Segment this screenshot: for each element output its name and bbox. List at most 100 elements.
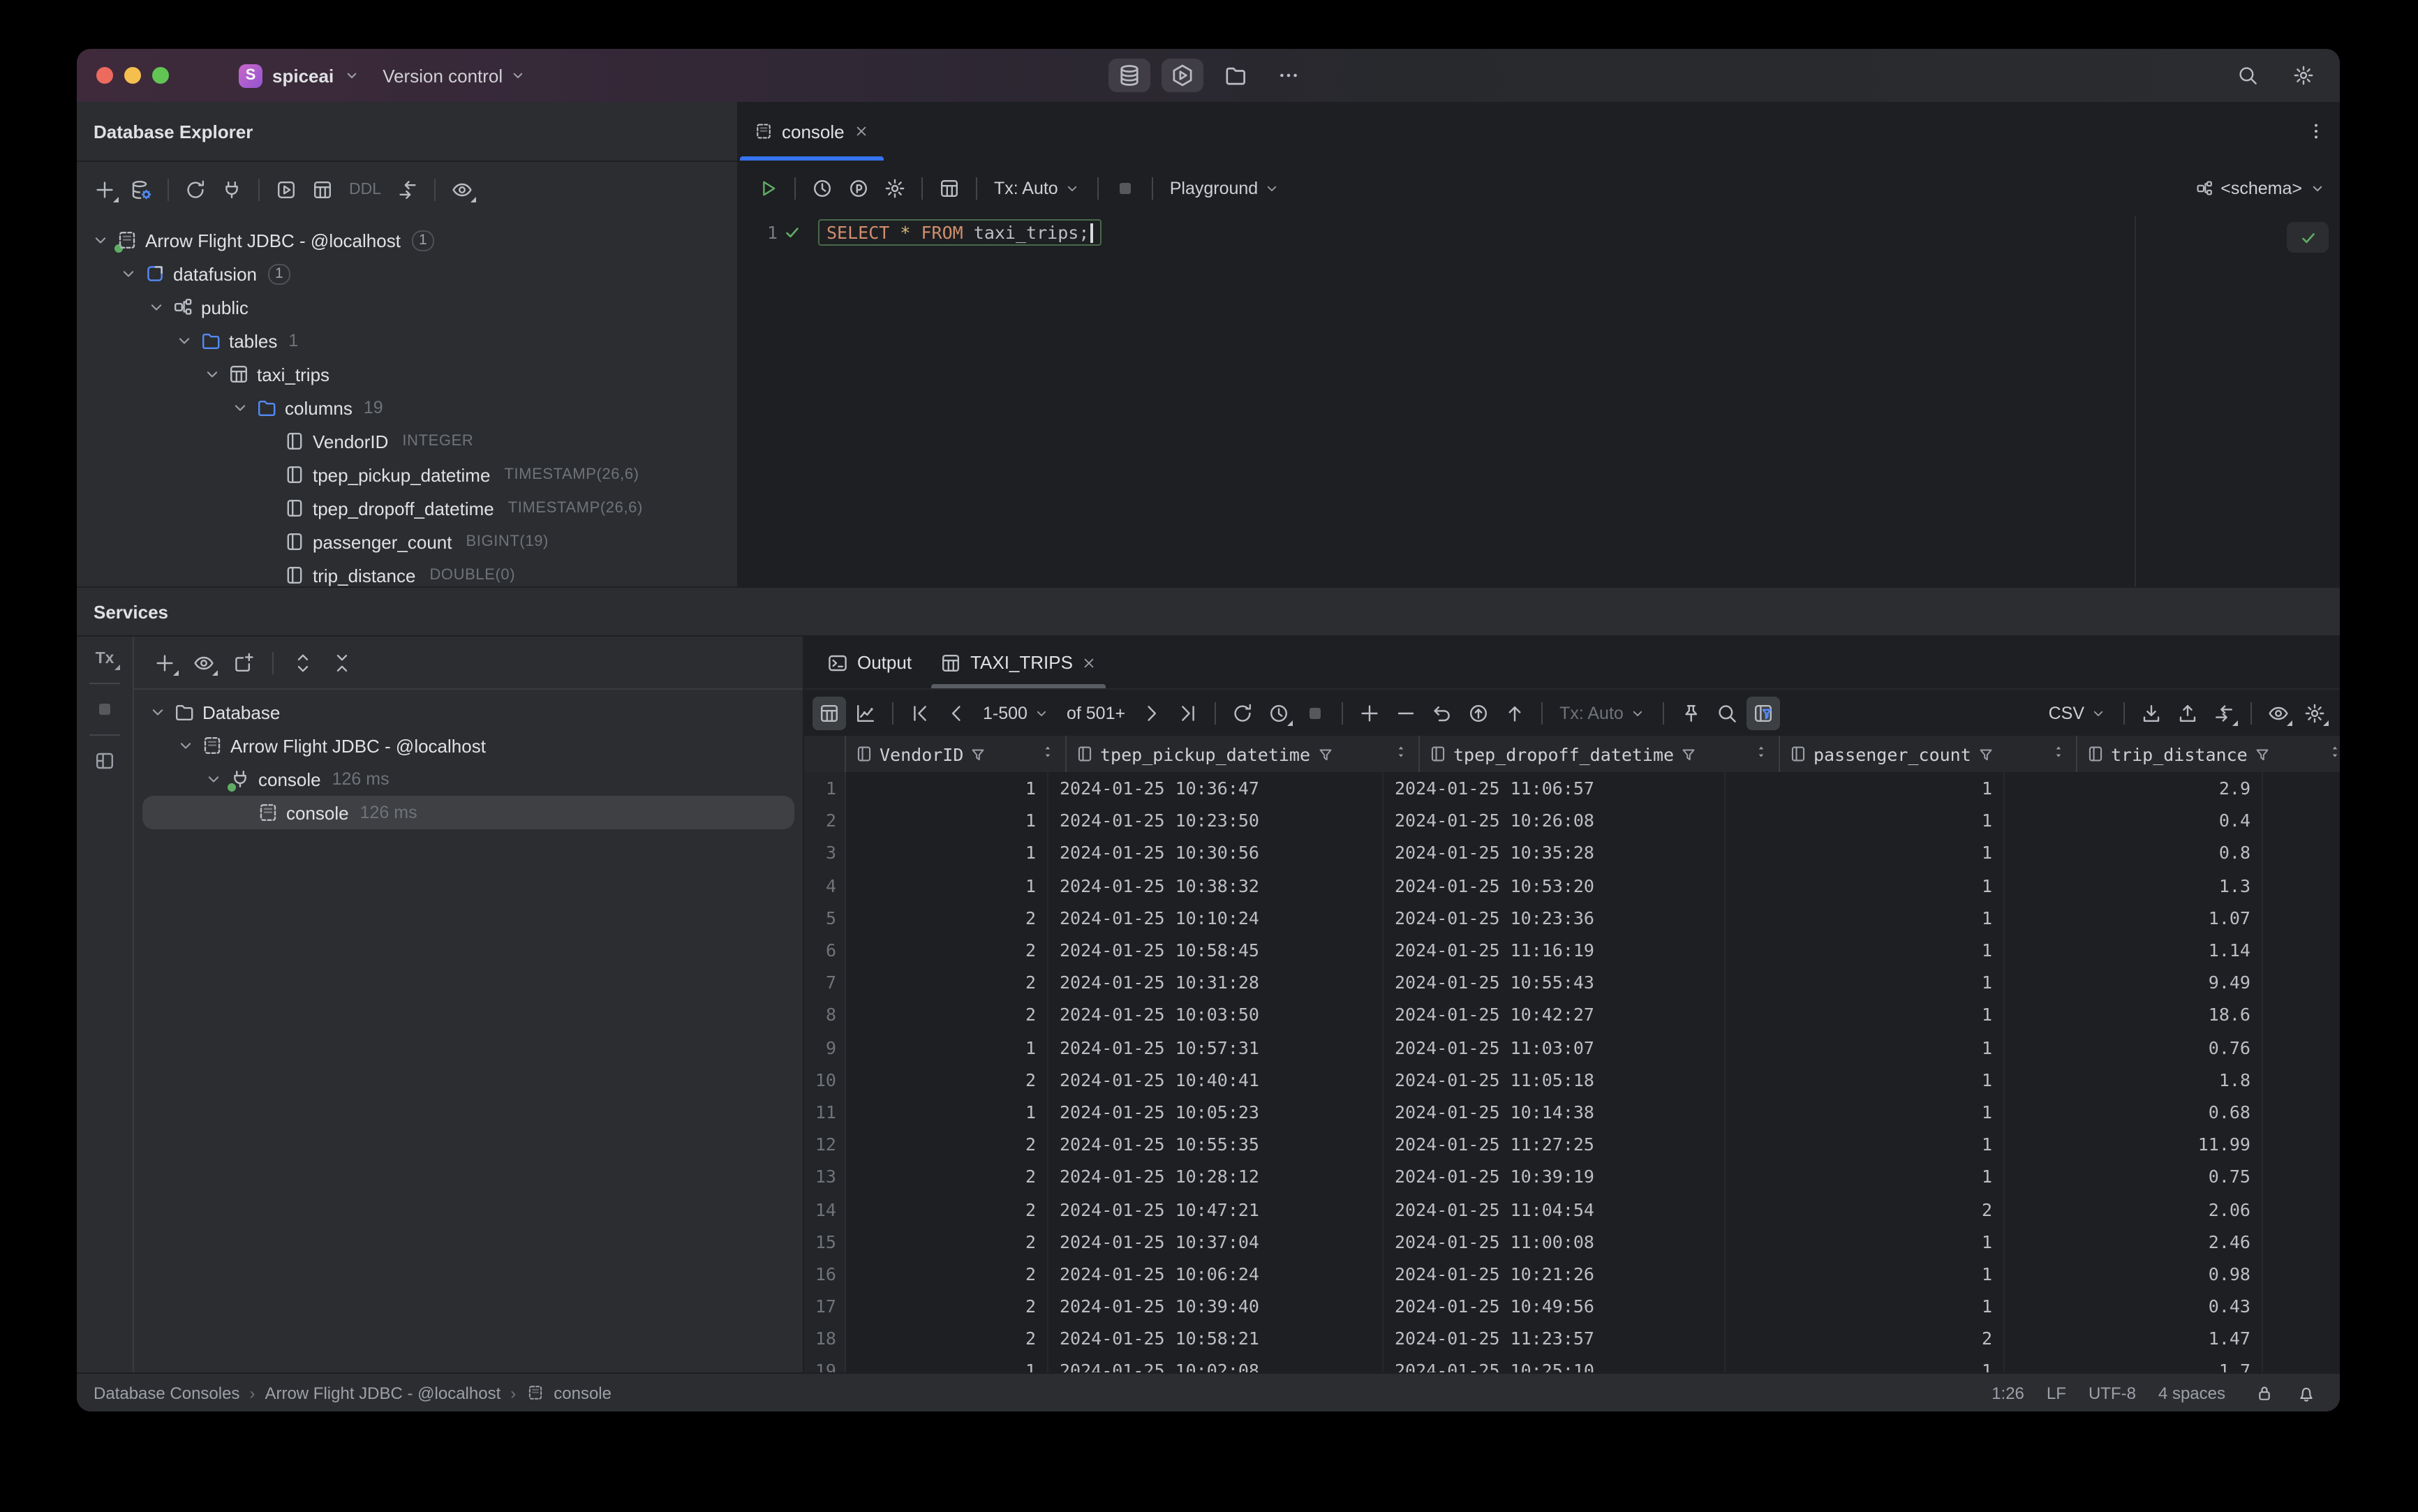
- editor-options-button[interactable]: [2306, 102, 2326, 161]
- close-window-button[interactable]: [96, 67, 113, 84]
- filter-icon[interactable]: [969, 745, 987, 763]
- cell[interactable]: 1: [846, 772, 1048, 805]
- cell[interactable]: 2: [846, 1257, 1048, 1290]
- cell[interactable]: 1: [1726, 933, 2005, 967]
- dbx-node-tpep-pickup-datetime[interactable]: tpep_pickup_datetime TIMESTAMP(26,6): [77, 458, 737, 491]
- cell[interactable]: 2024-01-25 10:38:32: [1048, 869, 1384, 902]
- open-table-button[interactable]: [306, 173, 339, 207]
- submit-button[interactable]: [1498, 696, 1531, 729]
- cell[interactable]: [2263, 902, 2340, 934]
- more-tool-windows-button[interactable]: [1267, 59, 1309, 92]
- cell[interactable]: 1: [1726, 1031, 2005, 1064]
- cell[interactable]: 1.3: [2005, 869, 2263, 902]
- row-number[interactable]: 19: [804, 1354, 846, 1372]
- cell[interactable]: 2: [846, 1128, 1048, 1161]
- cell[interactable]: 2024-01-25 10:10:24: [1048, 901, 1384, 934]
- dbx-node-trip-distance[interactable]: trip_distance DOUBLE(0): [77, 558, 737, 586]
- cell[interactable]: 1: [1726, 901, 2005, 934]
- cell[interactable]: [2263, 772, 2340, 804]
- row-number[interactable]: 11: [804, 1095, 846, 1129]
- cell[interactable]: 2: [846, 998, 1048, 1031]
- stop-button[interactable]: [1108, 172, 1142, 205]
- cell[interactable]: 18.6: [2005, 998, 2263, 1031]
- cell[interactable]: [2263, 1096, 2340, 1128]
- row-number[interactable]: 8: [804, 998, 846, 1031]
- next-page-button[interactable]: [1135, 696, 1169, 729]
- cell[interactable]: 1: [1726, 1128, 2005, 1161]
- caret-position[interactable]: 1:26: [1991, 1383, 2024, 1402]
- cell[interactable]: 1: [1726, 966, 2005, 999]
- cell[interactable]: 0.43: [2005, 1290, 2263, 1323]
- cell[interactable]: 2024-01-25 10:57:31: [1048, 1031, 1384, 1064]
- cell[interactable]: 1: [1726, 1257, 2005, 1290]
- export-data-button[interactable]: [2135, 696, 2168, 729]
- add-row-button[interactable]: [1353, 696, 1386, 729]
- cell[interactable]: [2263, 1290, 2340, 1322]
- row-number[interactable]: 6: [804, 933, 846, 967]
- cell[interactable]: [2263, 1063, 2340, 1095]
- indent-style[interactable]: 4 spaces: [2158, 1383, 2225, 1402]
- cell[interactable]: 2024-01-25 10:55:35: [1048, 1128, 1384, 1161]
- collapse-all-button[interactable]: [325, 646, 359, 679]
- cell[interactable]: 2024-01-25 11:27:25: [1384, 1128, 1726, 1161]
- settings-button[interactable]: [2298, 696, 2331, 729]
- filter-icon[interactable]: [1679, 745, 1698, 763]
- services-node-console[interactable]: console 126 ms: [134, 762, 803, 796]
- browse-data-button[interactable]: [933, 172, 966, 205]
- cell[interactable]: 1: [1726, 836, 2005, 870]
- cell[interactable]: [2263, 1031, 2340, 1063]
- expand-all-button[interactable]: [286, 646, 320, 679]
- run-playground-button[interactable]: [1161, 59, 1203, 92]
- cell[interactable]: 0.68: [2005, 1095, 2263, 1129]
- stop-icon[interactable]: [94, 698, 116, 720]
- cell[interactable]: 2024-01-25 10:21:26: [1384, 1257, 1726, 1290]
- cell[interactable]: 2024-01-25 10:03:50: [1048, 998, 1384, 1031]
- breadcrumb-item[interactable]: Database Consoles: [94, 1383, 239, 1402]
- filter-icon[interactable]: [1977, 745, 1995, 763]
- playground-select[interactable]: Playground: [1163, 179, 1288, 198]
- cell[interactable]: 2024-01-25 10:39:40: [1048, 1290, 1384, 1323]
- minimize-window-button[interactable]: [124, 67, 141, 84]
- cell[interactable]: 2024-01-25 10:05:23: [1048, 1095, 1384, 1129]
- layout-panel-icon[interactable]: [94, 750, 116, 772]
- inspections-widget[interactable]: [2287, 222, 2329, 253]
- cell[interactable]: 2024-01-25 10:53:20: [1384, 869, 1726, 902]
- notifications-button[interactable]: [2290, 1376, 2323, 1409]
- cell[interactable]: 2024-01-25 10:47:21: [1048, 1192, 1384, 1226]
- project-files-button[interactable]: [1214, 59, 1256, 92]
- cell[interactable]: 1: [846, 836, 1048, 870]
- cell[interactable]: 1: [1726, 1354, 2005, 1372]
- cell[interactable]: 0.4: [2005, 804, 2263, 837]
- services-node-console[interactable]: console 126 ms: [134, 796, 803, 829]
- cell[interactable]: 2024-01-25 11:05:18: [1384, 1063, 1726, 1096]
- run-button[interactable]: [751, 172, 785, 205]
- services-node-database[interactable]: Database: [134, 695, 803, 729]
- dbx-node-tables[interactable]: tables 1: [77, 324, 737, 357]
- settings-button[interactable]: [2287, 59, 2320, 92]
- row-number[interactable]: 14: [804, 1192, 846, 1226]
- cell[interactable]: 2024-01-25 10:14:38: [1384, 1095, 1726, 1129]
- filter-icon[interactable]: [2253, 745, 2271, 763]
- cell[interactable]: 2024-01-25 10:55:43: [1384, 966, 1726, 999]
- cell[interactable]: [2263, 804, 2340, 836]
- cell[interactable]: 1: [1726, 1160, 2005, 1193]
- jump-to-console-button[interactable]: [269, 173, 303, 207]
- breadcrumb-item[interactable]: console: [554, 1383, 611, 1402]
- cell[interactable]: 2: [846, 933, 1048, 967]
- row-number[interactable]: 17: [804, 1290, 846, 1323]
- parameters-button[interactable]: [842, 172, 875, 205]
- dbx-node-arrow-flight-jdbc-localhost[interactable]: Arrow Flight JDBC - @localhost 1: [77, 223, 737, 257]
- dbx-node-passenger-count[interactable]: passenger_count BIGINT(19): [77, 525, 737, 558]
- navigate-button[interactable]: [391, 173, 424, 207]
- reload-page-button[interactable]: [1226, 696, 1259, 729]
- cell[interactable]: [2263, 999, 2340, 1031]
- cell[interactable]: [2263, 966, 2340, 998]
- first-page-button[interactable]: [903, 696, 937, 729]
- project-widget[interactable]: S spiceai: [239, 64, 360, 87]
- cell[interactable]: 2024-01-25 11:04:54: [1384, 1192, 1726, 1226]
- grid-view-button[interactable]: [813, 696, 846, 729]
- column-header-passenger-count[interactable]: passenger_count: [1780, 736, 2077, 772]
- cell[interactable]: 2: [846, 1063, 1048, 1096]
- ddl-button[interactable]: DDL: [342, 181, 388, 198]
- cell[interactable]: 1.7: [2005, 1354, 2263, 1372]
